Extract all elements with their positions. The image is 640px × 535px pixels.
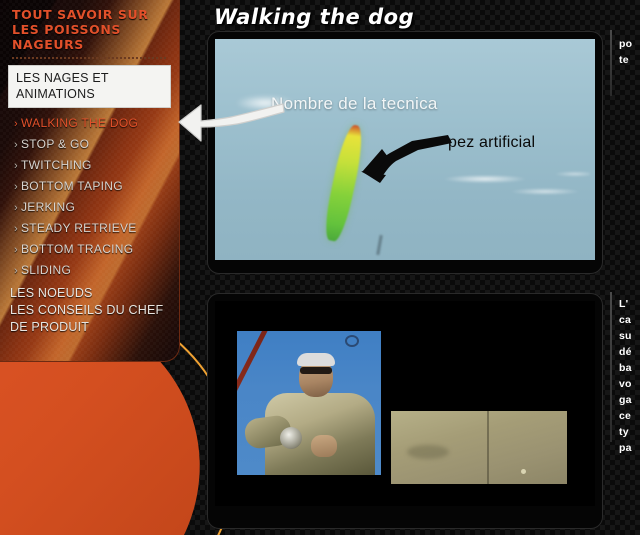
angler-cap <box>297 353 335 366</box>
video-player-top[interactable]: Nombre de la tecnica pez artificial <box>207 31 603 274</box>
video-frame-underwater-lure: Nombre de la tecnica pez artificial <box>215 39 595 260</box>
right-text-line: ga <box>619 394 632 406</box>
sidebar-item-label: BOTTOM TRACING <box>20 242 134 256</box>
sidebar-item-label: STOP & GO <box>20 137 90 151</box>
brand-line-2: les poissons <box>12 22 122 37</box>
right-text-line: ba <box>619 362 632 374</box>
sidebar-item-jerking[interactable]: › JERKING <box>14 197 171 218</box>
right-text-column-top: po te <box>619 36 640 68</box>
right-column-divider-bottom <box>610 292 612 442</box>
chevron-right-icon: › <box>14 223 18 235</box>
sidebar-item-les-conseils-du-chef-de-produit[interactable]: LES CONSEILS DU CHEF DE PRODUIT <box>10 302 171 336</box>
page-root: Tout savoir sur les poissons nageurs LES… <box>0 0 640 535</box>
brand-divider <box>12 57 167 59</box>
sidebar-footer-nav: LES NOEUDS LES CONSEILS DU CHEF DE PRODU… <box>0 285 179 336</box>
right-text-line: L' <box>619 298 629 310</box>
sidebar-item-stop-and-go[interactable]: › STOP & GO <box>14 134 171 155</box>
brand-line-3: nageurs <box>12 37 84 52</box>
right-text-column-bottom: L' ca su dé ba vo ga ce ty pa <box>619 296 640 456</box>
page-title: Walking the dog <box>214 5 415 29</box>
chevron-right-icon: › <box>14 181 18 193</box>
chevron-right-icon: › <box>14 160 18 172</box>
right-text-line: te <box>619 54 629 66</box>
chevron-right-icon: › <box>14 139 18 151</box>
lure-line <box>376 234 383 256</box>
right-text-line: ty <box>619 426 629 438</box>
right-column-divider-top <box>610 30 612 96</box>
sidebar-nav-list: › WALKING THE DOG › STOP & GO › TWITCHING ›… <box>0 113 179 281</box>
chevron-right-icon: › <box>14 118 18 130</box>
brand-logo: Tout savoir sur les poissons nageurs <box>0 0 179 59</box>
sidebar-item-steady-retrieve[interactable]: › STEADY RETRIEVE <box>14 218 171 239</box>
fishing-reel <box>280 427 302 449</box>
video-player-bottom[interactable] <box>207 293 603 529</box>
right-text-line: pa <box>619 442 632 454</box>
angler-scene <box>237 331 381 475</box>
inset-texture-blotch <box>407 445 449 459</box>
angler-hand <box>311 435 337 457</box>
label-nombre-de-la-tecnica: Nombre de la tecnica <box>271 94 438 113</box>
brand-line-1: Tout savoir sur <box>12 7 149 22</box>
right-text-line: ca <box>619 314 632 326</box>
sidebar-item-les-noeuds[interactable]: LES NOEUDS <box>10 285 171 302</box>
sidebar-item-label: TWITCHING <box>20 158 92 172</box>
inset-texture-dot <box>521 469 526 474</box>
right-text-line: ce <box>619 410 632 422</box>
chevron-right-icon: › <box>14 244 18 256</box>
sidebar-item-label: JERKING <box>20 200 76 214</box>
right-text-line: dé <box>619 346 632 358</box>
chevron-right-icon: › <box>14 202 18 214</box>
label-pez-artificial: pez artificial <box>448 134 536 151</box>
sidebar-item-bottom-taping[interactable]: › BOTTOM TAPING <box>14 176 171 197</box>
chevron-right-icon: › <box>14 265 18 277</box>
sidebar-item-label: BOTTOM TAPING <box>20 179 123 193</box>
right-text-line: vo <box>619 378 632 390</box>
sidebar-item-label: WALKING THE DOG <box>20 116 139 130</box>
sidebar-item-twitching[interactable]: › TWITCHING <box>14 155 171 176</box>
inset-clip-overlay <box>391 411 567 484</box>
sidebar-item-label: STEADY RETRIEVE <box>20 221 137 235</box>
angler-sunglasses <box>300 367 332 374</box>
sidebar-item-label: SLIDING <box>20 263 72 277</box>
right-text-line: po <box>619 38 633 50</box>
rod-guide-ring-icon <box>345 335 359 347</box>
sidebar-item-bottom-tracing[interactable]: › BOTTOM TRACING <box>14 239 171 260</box>
video-frame-angler <box>215 301 595 506</box>
inset-texture-line <box>487 411 489 484</box>
right-text-line: su <box>619 330 632 342</box>
sidebar-item-walking-the-dog[interactable]: › WALKING THE DOG <box>14 113 171 134</box>
sidebar-section-header: LES NAGES ET ANIMATIONS <box>8 65 171 108</box>
sidebar-item-sliding[interactable]: › SLIDING <box>14 260 171 281</box>
sidebar: Tout savoir sur les poissons nageurs LES… <box>0 0 180 362</box>
